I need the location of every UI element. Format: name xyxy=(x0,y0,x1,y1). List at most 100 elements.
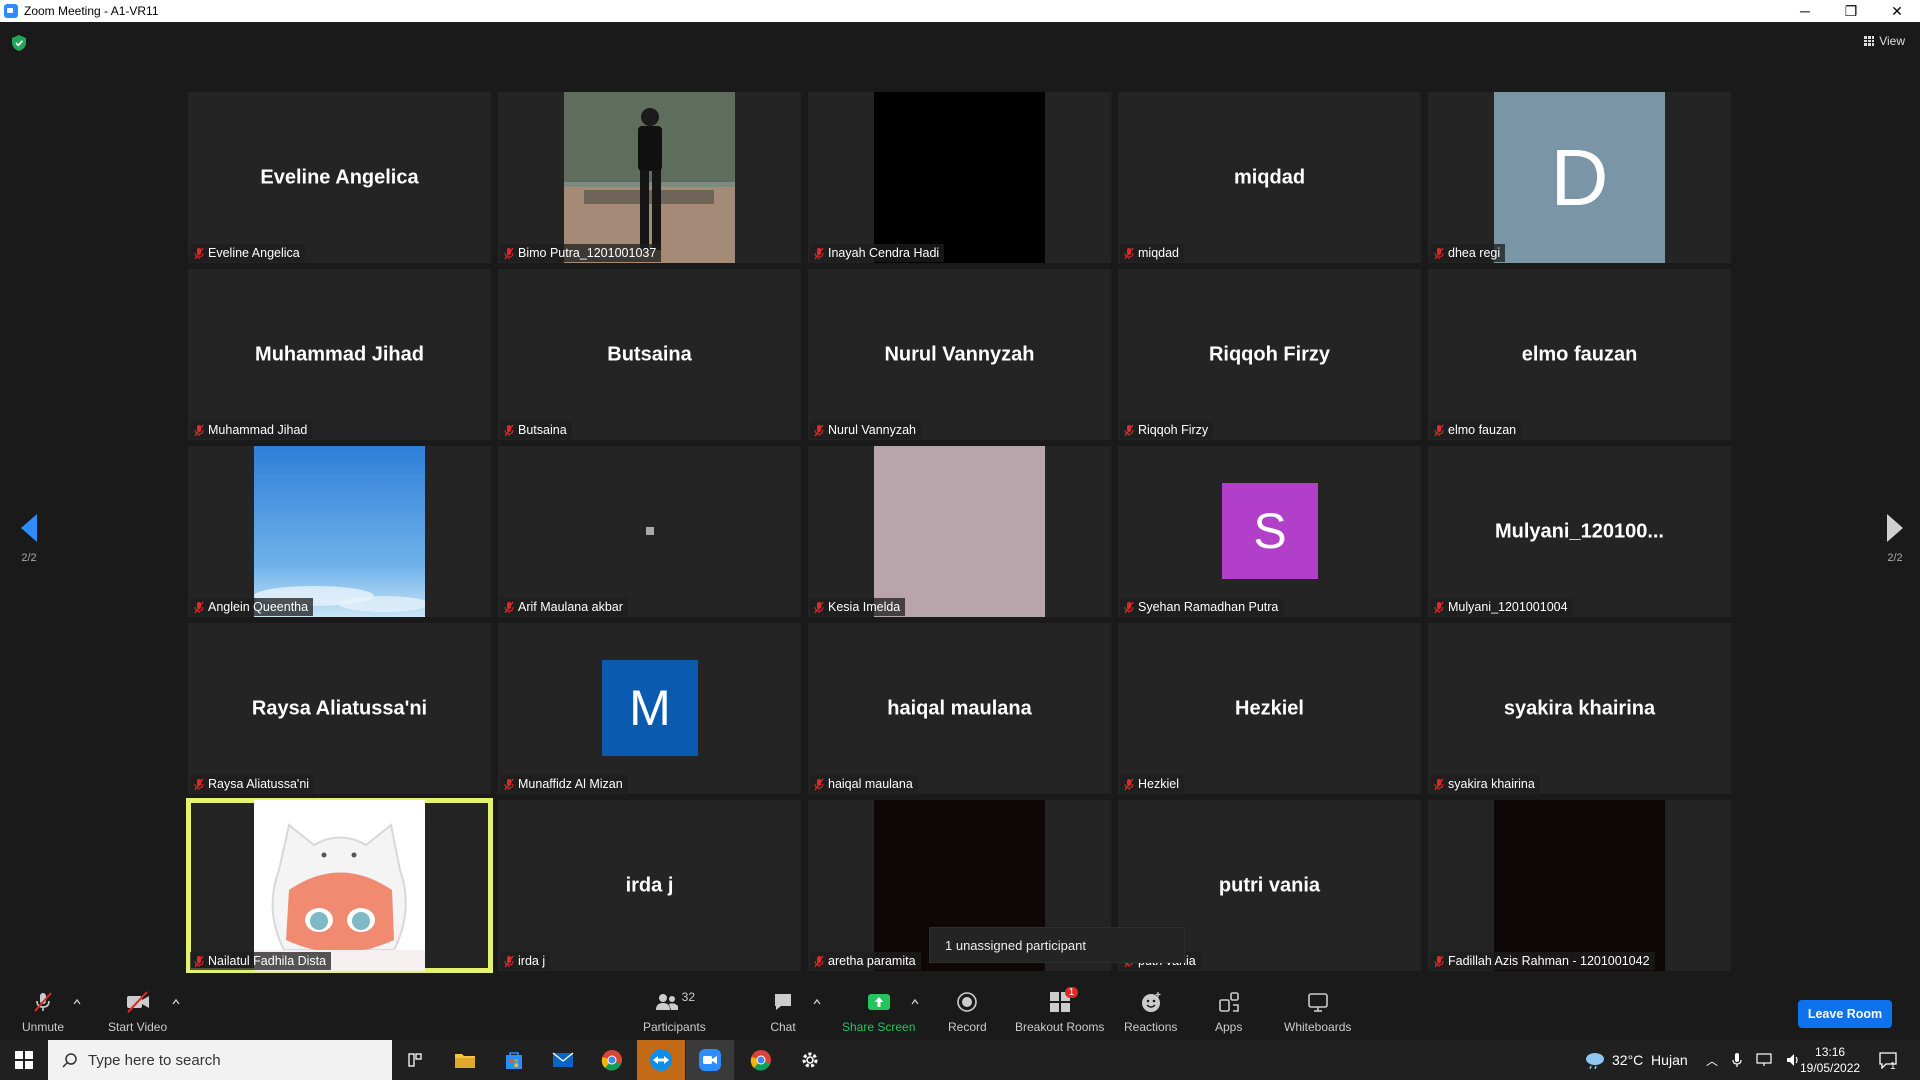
mail-icon[interactable] xyxy=(539,1040,587,1080)
window-title: Zoom Meeting - A1-VR11 xyxy=(24,4,159,18)
participant-tile[interactable]: Bimo Putra_1201001037 xyxy=(498,92,801,263)
zoom-app-icon[interactable] xyxy=(686,1040,734,1080)
participant-tile[interactable]: Butsaina Butsaina xyxy=(498,269,801,440)
participants-button[interactable]: 32 Participants xyxy=(643,990,706,1034)
chat-options-caret-icon[interactable] xyxy=(813,998,821,1006)
participant-name: Kesia Imelda xyxy=(828,600,901,614)
minimize-button[interactable]: ─ xyxy=(1782,0,1828,22)
participant-tile[interactable]: miqdad miqdad xyxy=(1118,92,1421,263)
clock-date: 19/05/2022 xyxy=(1800,1061,1861,1075)
participant-tile[interactable]: S Syehan Ramadhan Putra xyxy=(1118,446,1421,617)
participant-name: irda j xyxy=(518,954,546,968)
participant-name: Fadillah Azis Rahman - 1201001042 xyxy=(1448,954,1650,968)
grid-view-icon xyxy=(1864,36,1875,46)
participant-name: Hezkiel xyxy=(1138,777,1179,791)
windows-start-icon[interactable] xyxy=(0,1040,48,1080)
record-button[interactable]: Record xyxy=(948,990,987,1034)
network-icon[interactable] xyxy=(1756,1053,1772,1067)
breakout-rooms-button[interactable]: 1 Breakout Rooms xyxy=(1015,987,1105,1034)
clock[interactable]: 13:16 19/05/2022 xyxy=(1800,1040,1860,1080)
participant-name: aretha paramita xyxy=(828,954,916,968)
unmute-button[interactable]: Unmute xyxy=(22,990,64,1034)
participant-tile[interactable]: elmo fauzan elmo fauzan xyxy=(1428,269,1731,440)
clock-time: 13:16 xyxy=(1815,1045,1846,1059)
apps-button[interactable]: Apps xyxy=(1215,990,1242,1034)
participant-tile[interactable]: Raysa Aliatussa'ni Raysa Aliatussa'ni xyxy=(188,623,491,794)
participant-photo xyxy=(564,92,735,263)
chrome-profile-icon[interactable] xyxy=(737,1040,785,1080)
reactions-button[interactable]: Reactions xyxy=(1124,990,1177,1034)
participant-tile[interactable]: Anglein Queentha xyxy=(188,446,491,617)
whiteboards-button[interactable]: Whiteboards xyxy=(1284,990,1351,1034)
restore-button[interactable]: ❐ xyxy=(1828,0,1874,22)
participant-name-tag: Anglein Queentha xyxy=(190,598,314,616)
file-explorer-icon[interactable] xyxy=(441,1040,489,1080)
participant-tile-active-speaker[interactable]: Nailatul Fadhila Dista xyxy=(188,800,491,971)
weather-rain-icon xyxy=(1586,1053,1604,1069)
participant-display-name: Butsaina xyxy=(607,343,692,365)
leave-room-button[interactable]: Leave Room xyxy=(1798,1000,1892,1028)
participant-name-tag: elmo fauzan xyxy=(1430,421,1522,439)
teamviewer-icon[interactable] xyxy=(637,1040,685,1080)
participant-name: syakira khairina xyxy=(1448,777,1535,791)
whiteboards-label: Whiteboards xyxy=(1284,1020,1352,1034)
breakout-rooms-label: Breakout Rooms xyxy=(1015,1020,1105,1034)
taskbar-search-box[interactable]: Type here to search xyxy=(48,1040,392,1080)
participant-name: Mulyani_1201001004 xyxy=(1448,600,1568,614)
close-button[interactable]: ✕ xyxy=(1874,0,1920,22)
participant-tile[interactable]: haiqal maulana haiqal maulana xyxy=(808,623,1111,794)
microphone-tray-icon[interactable] xyxy=(1732,1052,1742,1068)
participant-name: dhea regi xyxy=(1448,246,1501,260)
participant-tile[interactable]: Muhammad Jihad Muhammad Jihad xyxy=(188,269,491,440)
apps-icon xyxy=(1216,990,1242,1014)
mic-off-icon xyxy=(1434,424,1444,437)
mic-off-icon xyxy=(814,778,824,791)
share-options-caret-icon[interactable] xyxy=(911,998,919,1006)
participant-display-name: syakira khairina xyxy=(1503,697,1656,719)
start-video-button[interactable]: Start Video xyxy=(108,990,167,1034)
participant-tile[interactable]: irda j irda j xyxy=(498,800,801,971)
video-options-caret-icon[interactable] xyxy=(172,998,180,1006)
mic-off-icon xyxy=(194,955,204,968)
participant-name-tag: Syehan Ramadhan Putra xyxy=(1120,598,1284,616)
participant-name: Bimo Putra_1201001037 xyxy=(518,246,657,260)
search-placeholder: Type here to search xyxy=(88,1051,221,1069)
participant-tile[interactable]: Nurul Vannyzah Nurul Vannyzah xyxy=(808,269,1111,440)
participant-display-name: irda j xyxy=(625,874,674,896)
participant-tile[interactable]: Hezkiel Hezkiel xyxy=(1118,623,1421,794)
participant-tile[interactable]: syakira khairina syakira khairina xyxy=(1428,623,1731,794)
participant-tile[interactable]: Mulyani_120100... Mulyani_1201001004 xyxy=(1428,446,1731,617)
settings-gear-icon[interactable] xyxy=(786,1040,834,1080)
chrome-icon[interactable] xyxy=(588,1040,636,1080)
participant-name: Eveline Angelica xyxy=(208,246,300,260)
encryption-shield-icon[interactable] xyxy=(12,35,26,51)
title-bar: Zoom Meeting - A1-VR11 ─ ❐ ✕ xyxy=(0,0,1920,22)
weather-widget[interactable]: 32°C Hujan xyxy=(1584,1040,1688,1080)
notification-count: 1 xyxy=(1890,1060,1896,1072)
notifications-button[interactable]: 1 xyxy=(1878,1040,1897,1080)
participant-tile[interactable]: Kesia Imelda xyxy=(808,446,1111,617)
participant-tile[interactable]: Fadillah Azis Rahman - 1201001042 xyxy=(1428,800,1731,971)
participant-display-name: Hezkiel xyxy=(1235,697,1304,719)
participant-tile[interactable]: Eveline Angelica Eveline Angelica xyxy=(188,92,491,263)
participant-display-name: Nurul Vannyzah xyxy=(884,343,1035,365)
participant-tile[interactable]: Inayah Cendra Hadi xyxy=(808,92,1111,263)
previous-page-button[interactable]: 2/2 xyxy=(14,514,44,564)
chat-button[interactable]: Chat xyxy=(770,990,796,1034)
task-view-icon[interactable] xyxy=(392,1040,440,1080)
share-screen-label: Share Screen xyxy=(842,1020,916,1034)
tray-chevron-up-icon[interactable]: ︿ xyxy=(1706,1052,1718,1069)
participant-name-tag: Hezkiel xyxy=(1120,775,1184,793)
audio-options-caret-icon[interactable] xyxy=(73,998,81,1006)
view-button[interactable]: View xyxy=(1864,34,1905,48)
share-screen-button[interactable]: Share Screen xyxy=(842,990,915,1034)
store-icon[interactable] xyxy=(490,1040,538,1080)
next-page-button[interactable]: 2/2 xyxy=(1880,514,1910,564)
participant-tile[interactable]: M Munaffidz Al Mizan xyxy=(498,623,801,794)
participant-tile[interactable]: Arif Maulana akbar xyxy=(498,446,801,617)
mic-off-icon xyxy=(504,247,514,260)
participant-tile[interactable]: Riqqoh Firzy Riqqoh Firzy xyxy=(1118,269,1421,440)
participant-name-tag: Riqqoh Firzy xyxy=(1120,421,1214,439)
arrow-left-icon xyxy=(21,514,37,542)
participant-tile[interactable]: D dhea regi xyxy=(1428,92,1731,263)
